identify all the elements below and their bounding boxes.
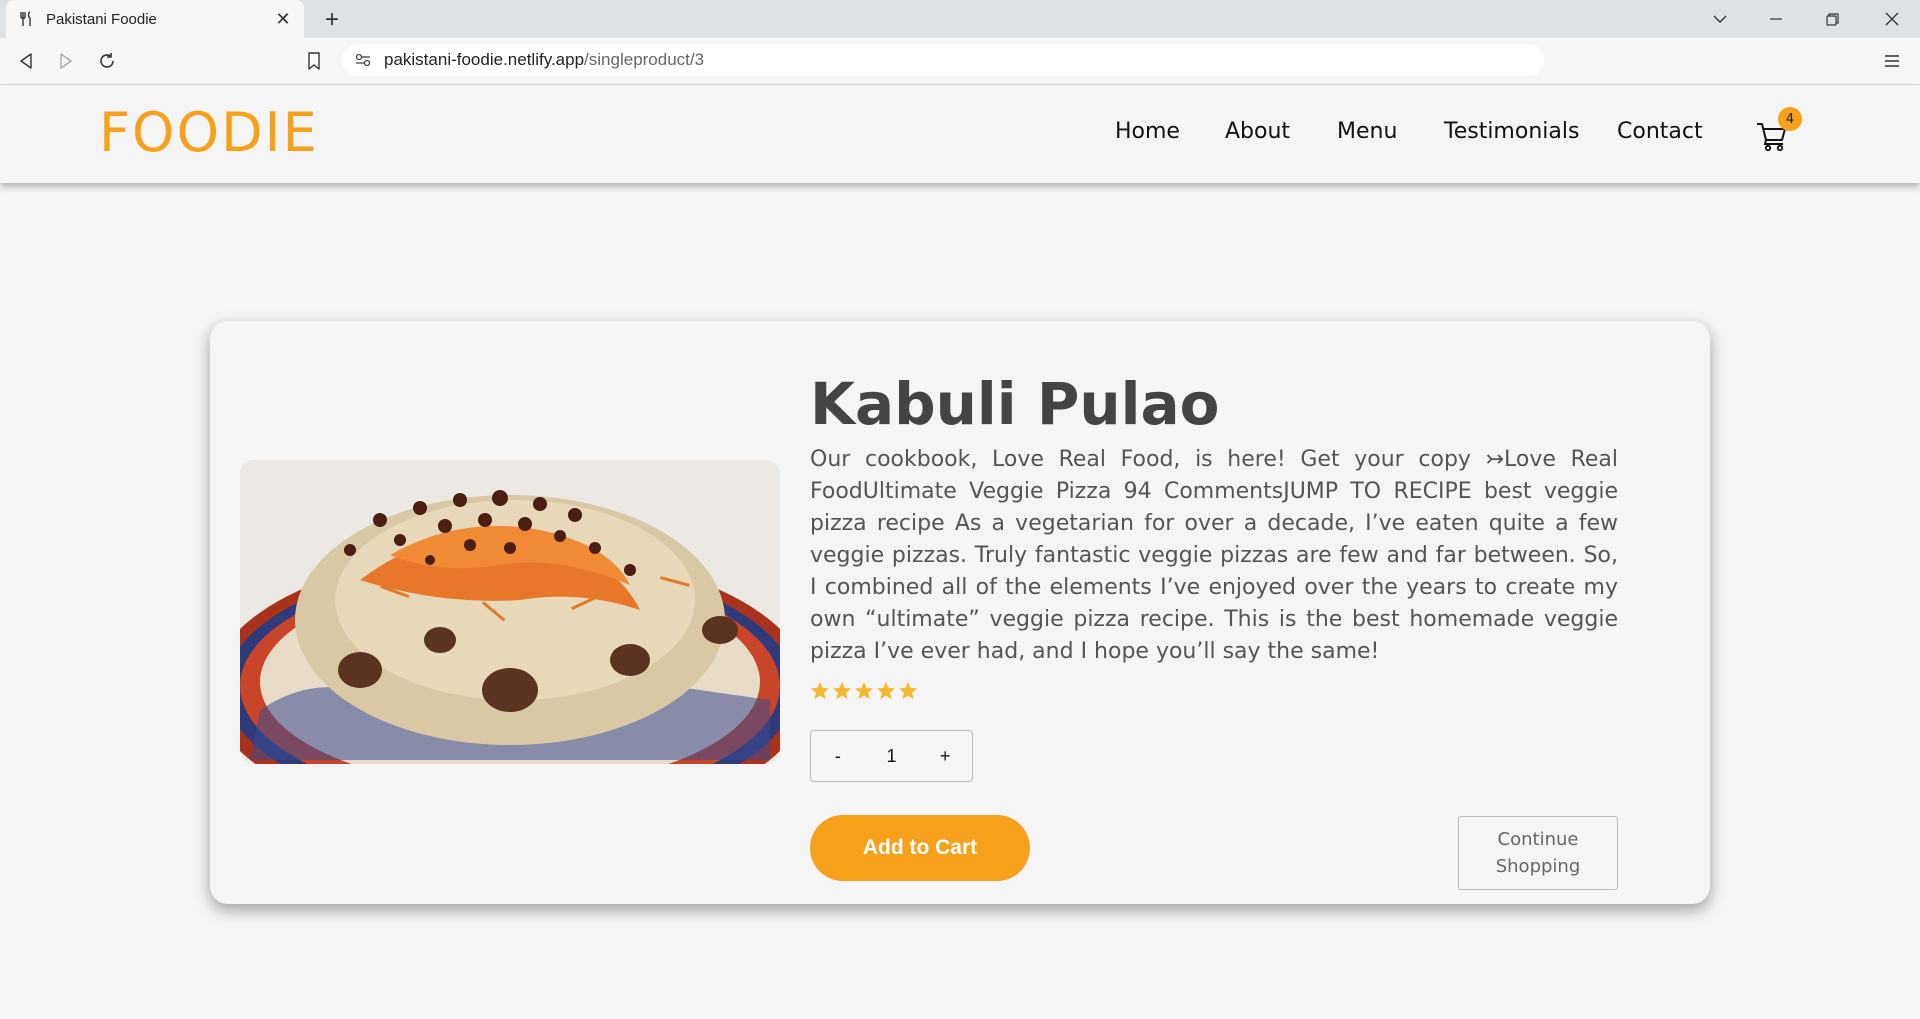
tab-list-chevron-icon[interactable] [1692, 0, 1748, 38]
close-window-icon[interactable] [1864, 0, 1920, 38]
star-icon [877, 682, 895, 699]
browser-tab[interactable]: Pakistani Foodie ✕ [6, 0, 304, 38]
tab-title: Pakistani Foodie [46, 10, 157, 28]
quantity-value: 1 [886, 745, 897, 766]
nav-contact[interactable]: Contact [1617, 119, 1703, 144]
forward-icon[interactable] [52, 47, 80, 75]
address-bar[interactable]: pakistani-foodie.netlify.app/singleprodu… [342, 44, 1544, 76]
browser-menu-icon[interactable] [1878, 47, 1906, 75]
star-icon [833, 682, 851, 699]
star-icon [855, 682, 873, 699]
restore-icon[interactable] [1804, 0, 1860, 38]
product-image [240, 460, 780, 764]
continue-shopping-button[interactable]: Continue Shopping [1458, 816, 1618, 890]
back-icon[interactable] [12, 47, 40, 75]
quantity-decrease-button[interactable]: - [818, 746, 858, 767]
new-tab-icon[interactable]: + [318, 6, 346, 34]
browser-tab-bar: Pakistani Foodie ✕ + [0, 0, 1920, 38]
url-host: pakistani-foodie.netlify.app [384, 50, 585, 69]
rating-stars [810, 681, 918, 701]
nav-menu[interactable]: Menu [1337, 119, 1397, 144]
add-to-cart-button[interactable]: Add to Cart [810, 815, 1030, 881]
reload-icon[interactable] [93, 47, 121, 75]
minimize-icon[interactable] [1748, 0, 1804, 38]
close-tab-icon[interactable]: ✕ [272, 8, 294, 30]
fork-knife-icon [18, 11, 34, 27]
cart-count-badge: 4 [1778, 107, 1802, 131]
url-text: pakistani-foodie.netlify.app/singleprodu… [384, 50, 704, 70]
url-path: /singleproduct/3 [584, 50, 705, 69]
site-header: FOODIE Home About Menu Testimonials Cont… [0, 85, 1920, 183]
site-settings-icon[interactable] [354, 51, 372, 69]
product-title: Kabuli Pulao [810, 369, 1220, 438]
nav-testimonials[interactable]: Testimonials [1444, 119, 1579, 144]
bookmark-icon[interactable] [300, 47, 328, 75]
quantity-increase-button[interactable]: + [925, 746, 965, 767]
product-card: Kabuli Pulao Our cookbook, Love Real Foo… [210, 321, 1710, 904]
browser-toolbar: pakistani-foodie.netlify.app/singleprodu… [0, 38, 1920, 85]
nav-home[interactable]: Home [1115, 119, 1180, 144]
star-icon [899, 682, 917, 699]
nav-about[interactable]: About [1225, 119, 1290, 144]
star-icon [811, 682, 829, 699]
product-description: Our cookbook, Love Real Food, is here! G… [810, 447, 1618, 664]
quantity-stepper: - 1 + [810, 730, 973, 782]
site-logo[interactable]: FOODIE [99, 101, 319, 164]
